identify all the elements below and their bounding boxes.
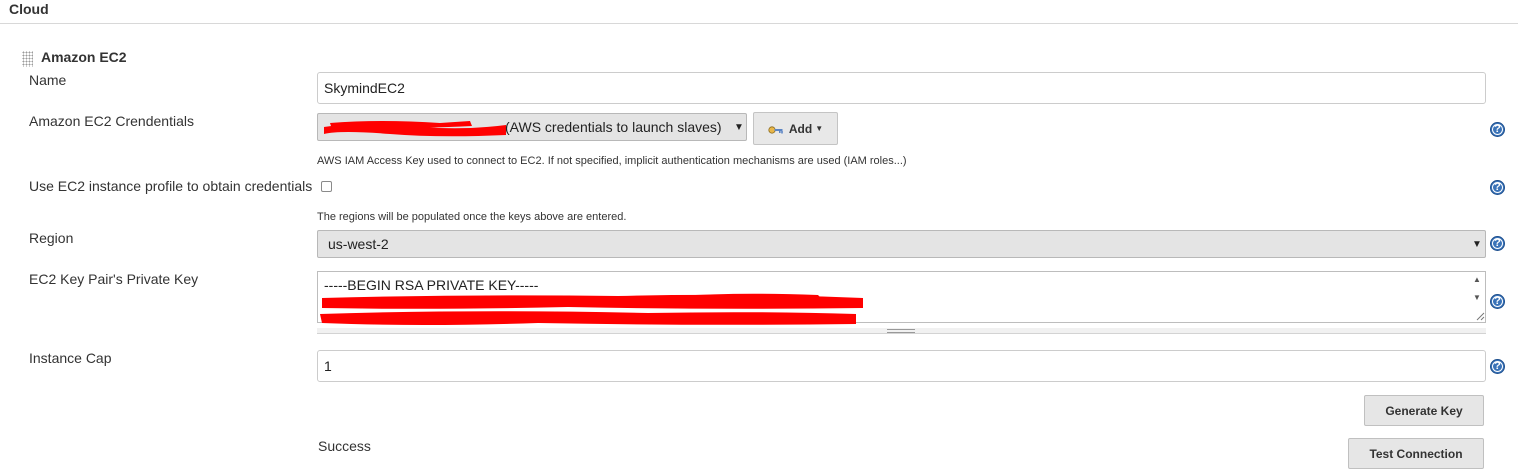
resize-handle-icon[interactable] [887, 329, 915, 333]
redaction-mark [324, 121, 506, 137]
region-select[interactable]: us-west-2 ▼ [317, 230, 1486, 258]
chevron-down-icon: ▼ [734, 122, 744, 133]
instance-profile-label: Use EC2 instance profile to obtain crede… [29, 178, 313, 194]
resize-grip-icon[interactable] [1475, 311, 1485, 321]
name-input[interactable]: SkymindEC2 [317, 72, 1486, 104]
instance-profile-checkbox[interactable] [321, 181, 332, 192]
private-key-first-line: -----BEGIN RSA PRIVATE KEY----- [324, 277, 539, 293]
help-icon[interactable]: ? [1490, 294, 1505, 309]
name-input-value: SkymindEC2 [324, 80, 405, 96]
region-label: Region [29, 230, 74, 246]
redaction-mark [320, 293, 863, 325]
chevron-down-icon: ▼ [1472, 239, 1482, 250]
section-divider [0, 23, 1518, 24]
help-icon[interactable]: ? [1490, 122, 1505, 137]
scroll-up-icon[interactable]: ▲ [1473, 275, 1481, 284]
drag-handle-icon[interactable] [22, 51, 33, 67]
credentials-selected: (AWS credentials to launch slaves) [505, 119, 722, 135]
help-icon[interactable]: ? [1490, 359, 1505, 374]
generate-key-label: Generate Key [1385, 403, 1463, 418]
add-credentials-button[interactable]: Add ▼ [753, 112, 838, 145]
credentials-select[interactable]: (AWS credentials to launch slaves) ▼ [317, 113, 747, 141]
chevron-down-icon: ▼ [815, 124, 824, 133]
instance-cap-value: 1 [324, 358, 332, 374]
section-title: Cloud [9, 1, 49, 17]
key-icon [768, 124, 784, 134]
generate-key-button[interactable]: Generate Key [1364, 395, 1484, 426]
credentials-label: Amazon EC2 Crendentials [29, 113, 194, 129]
instance-profile-help-text: The regions will be populated once the k… [317, 211, 627, 223]
add-button-label: Add [788, 121, 813, 136]
scroll-down-icon[interactable]: ▼ [1473, 293, 1481, 302]
name-label: Name [29, 72, 67, 88]
test-connection-label: Test Connection [1369, 446, 1463, 461]
instance-cap-input[interactable]: 1 [317, 350, 1486, 382]
private-key-label: EC2 Key Pair's Private Key [29, 271, 199, 287]
help-icon[interactable]: ? [1490, 180, 1505, 195]
status-text: Success [318, 438, 371, 454]
test-connection-button[interactable]: Test Connection [1348, 438, 1484, 469]
help-icon[interactable]: ? [1490, 236, 1505, 251]
cloud-header: Amazon EC2 [41, 49, 127, 65]
region-selected: us-west-2 [328, 236, 389, 252]
credentials-help-text: AWS IAM Access Key used to connect to EC… [317, 155, 907, 167]
instance-cap-label: Instance Cap [29, 350, 112, 366]
